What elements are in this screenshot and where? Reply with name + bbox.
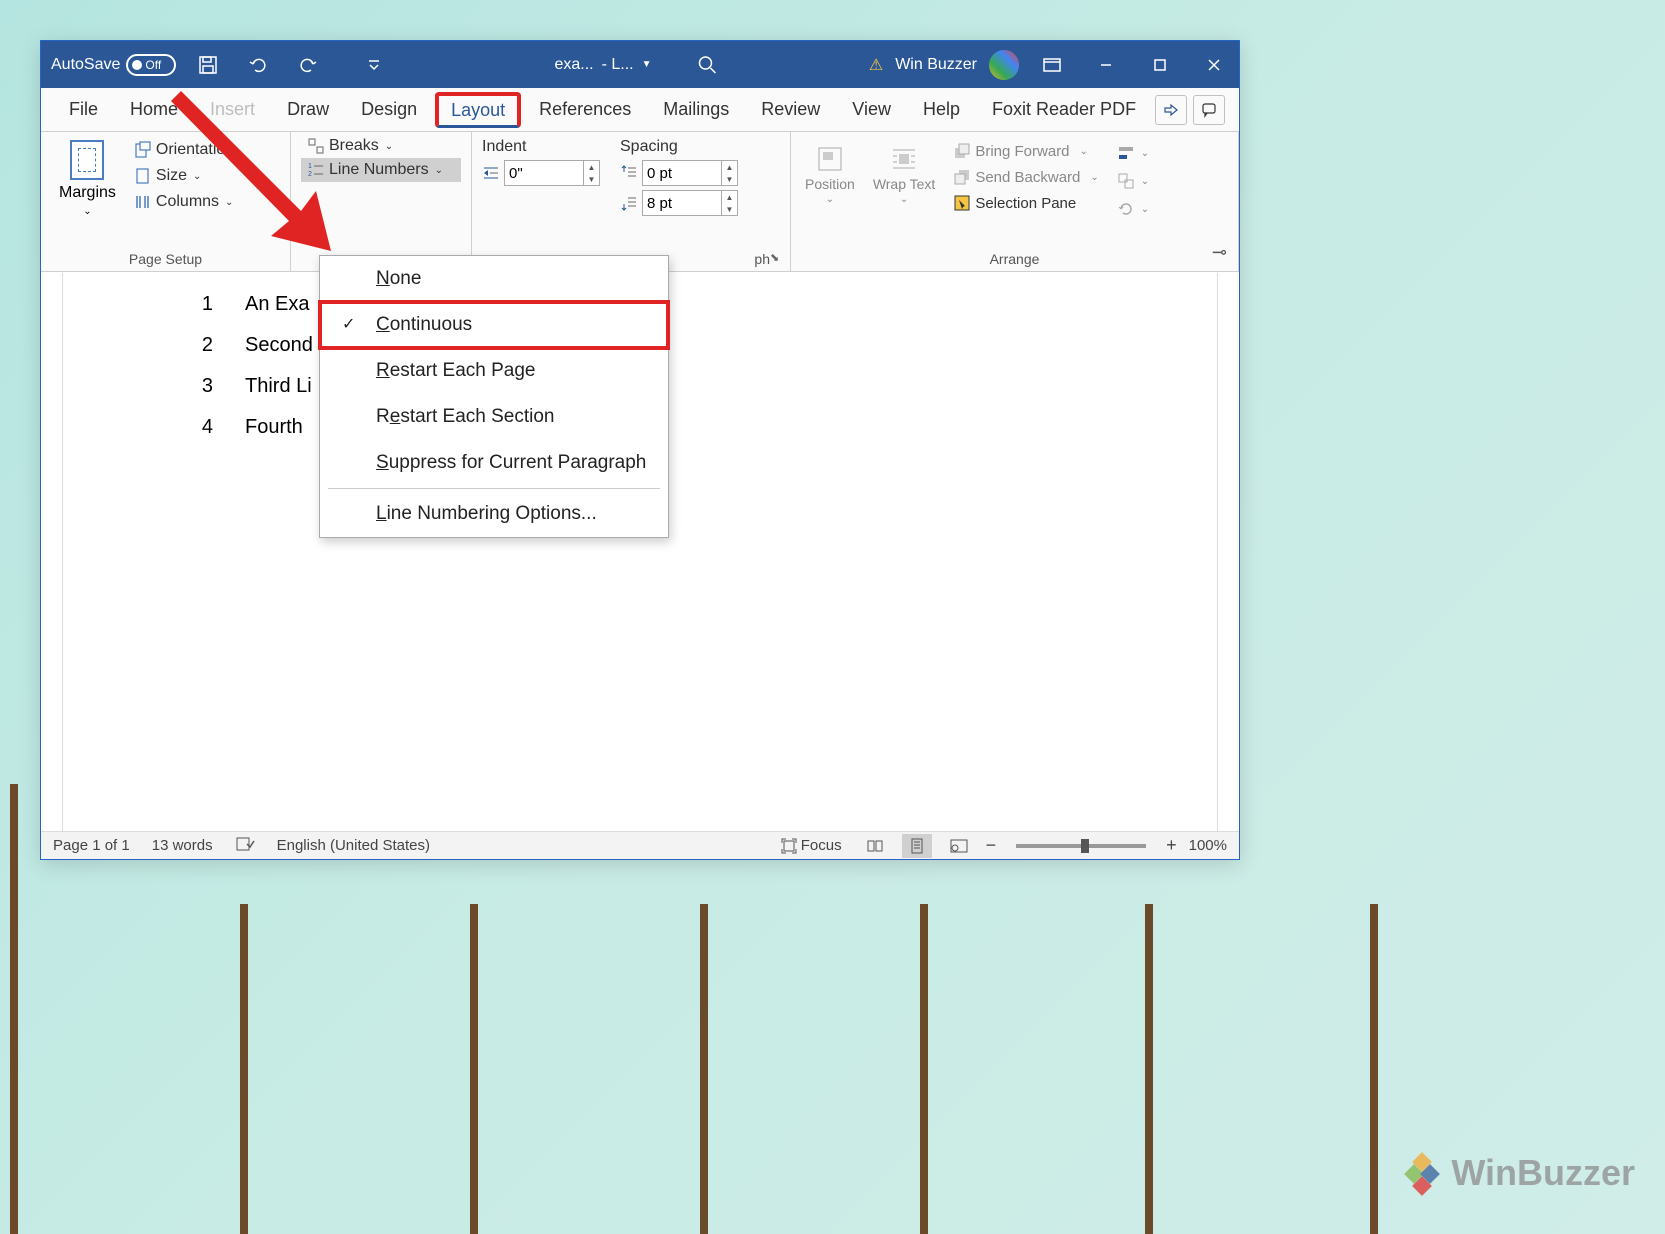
tab-insert[interactable]: Insert bbox=[196, 91, 269, 128]
tab-view[interactable]: View bbox=[838, 91, 905, 128]
dd-options[interactable]: Line Numbering Options... bbox=[320, 491, 668, 537]
close-button[interactable] bbox=[1193, 42, 1235, 88]
size-button[interactable]: Size⌄ bbox=[128, 164, 240, 188]
word-count[interactable]: 13 words bbox=[152, 837, 213, 854]
undo-button[interactable] bbox=[240, 47, 276, 83]
share-button[interactable] bbox=[1155, 95, 1187, 125]
position-button[interactable]: Position⌄ bbox=[801, 140, 859, 220]
maximize-button[interactable] bbox=[1139, 42, 1181, 88]
svg-text:2: 2 bbox=[308, 171, 312, 178]
title-dropdown-icon[interactable]: ▼ bbox=[642, 59, 652, 70]
tab-design[interactable]: Design bbox=[347, 91, 431, 128]
indent-label: Indent bbox=[482, 138, 600, 156]
bring-forward-button: Bring Forward⌄ bbox=[949, 140, 1102, 162]
redo-button[interactable] bbox=[290, 47, 326, 83]
word-window: AutoSave Off exa... - L... ▼ ⚠ Win Buzze… bbox=[40, 40, 1240, 860]
line-numbers-button[interactable]: 12 Line Numbers⌄ bbox=[301, 158, 461, 182]
save-button[interactable] bbox=[190, 47, 226, 83]
align-button: ⌄ bbox=[1113, 142, 1153, 164]
document-suffix: - L... bbox=[602, 56, 634, 74]
spellcheck-icon[interactable] bbox=[235, 836, 255, 856]
document-title: exa... bbox=[554, 56, 593, 74]
tab-mailings[interactable]: Mailings bbox=[649, 91, 743, 128]
tab-draw[interactable]: Draw bbox=[273, 91, 343, 128]
titlebar: AutoSave Off exa... - L... ▼ ⚠ Win Buzze… bbox=[41, 41, 1239, 88]
username: Win Buzzer bbox=[895, 56, 977, 74]
autosave-toggle[interactable]: AutoSave Off bbox=[51, 54, 176, 76]
pin-ribbon-button[interactable]: ⊸ bbox=[1212, 242, 1227, 263]
tab-file[interactable]: File bbox=[55, 91, 112, 128]
minimize-button[interactable] bbox=[1085, 42, 1127, 88]
zoom-in-button[interactable]: + bbox=[1166, 835, 1177, 856]
send-backward-button: Send Backward⌄ bbox=[949, 166, 1102, 188]
svg-text:1: 1 bbox=[308, 163, 312, 170]
autosave-label: AutoSave bbox=[51, 56, 120, 74]
spacing-after-input[interactable]: 8 pt bbox=[642, 190, 722, 216]
page-indicator[interactable]: Page 1 of 1 bbox=[53, 837, 130, 854]
dd-restart-page[interactable]: Restart Each Page bbox=[320, 348, 668, 394]
paragraph-label: ph bbox=[754, 251, 770, 267]
watermark: WinBuzzer bbox=[1403, 1152, 1635, 1194]
group-button: ⌄ bbox=[1113, 170, 1153, 192]
search-button[interactable] bbox=[690, 47, 726, 83]
line-numbers-dropdown: None Continuous Restart Each Page Restar… bbox=[319, 255, 669, 538]
warning-icon: ⚠ bbox=[869, 55, 883, 75]
tab-layout[interactable]: Layout bbox=[435, 92, 521, 128]
margins-button[interactable]: Margins ⌄ bbox=[51, 136, 124, 221]
rotate-button: ⌄ bbox=[1113, 198, 1153, 220]
zoom-out-button[interactable]: − bbox=[986, 835, 997, 856]
language-indicator[interactable]: English (United States) bbox=[277, 837, 430, 854]
tab-home[interactable]: Home bbox=[116, 91, 192, 128]
tab-review[interactable]: Review bbox=[747, 91, 834, 128]
tab-references[interactable]: References bbox=[525, 91, 645, 128]
tab-foxit[interactable]: Foxit Reader PDF bbox=[978, 91, 1150, 128]
tab-help[interactable]: Help bbox=[909, 91, 974, 128]
spacing-after-icon bbox=[620, 194, 638, 212]
wrap-text-button[interactable]: Wrap Text⌄ bbox=[869, 140, 940, 220]
spacing-label: Spacing bbox=[620, 138, 738, 156]
indent-left-input[interactable]: 0" bbox=[504, 160, 584, 186]
read-mode-button[interactable] bbox=[860, 834, 890, 858]
spacing-before-icon bbox=[620, 164, 638, 182]
spacing-before-spinner[interactable]: ▲▼ bbox=[722, 160, 738, 186]
dd-restart-section[interactable]: Restart Each Section bbox=[320, 394, 668, 440]
comments-button[interactable] bbox=[1193, 95, 1225, 125]
statusbar: Page 1 of 1 13 words English (United Sta… bbox=[41, 831, 1239, 859]
spacing-after-spinner[interactable]: ▲▼ bbox=[722, 190, 738, 216]
user-avatar[interactable] bbox=[989, 50, 1019, 80]
spacing-before-input[interactable]: 0 pt bbox=[642, 160, 722, 186]
dd-none[interactable]: None bbox=[320, 256, 668, 302]
print-layout-button[interactable] bbox=[902, 834, 932, 858]
breaks-button[interactable]: Breaks⌄ bbox=[301, 134, 461, 158]
arrange-label: Arrange bbox=[990, 251, 1040, 267]
ribbon-tabs: File Home Insert Draw Design Layout Refe… bbox=[41, 88, 1239, 132]
qat-customize[interactable] bbox=[356, 47, 392, 83]
selection-pane-button[interactable]: Selection Pane bbox=[949, 192, 1102, 214]
indent-left-icon bbox=[482, 164, 500, 182]
orientation-button[interactable]: Orientation bbox=[128, 138, 240, 162]
ribbon-display-button[interactable] bbox=[1031, 42, 1073, 88]
zoom-level[interactable]: 100% bbox=[1189, 837, 1227, 854]
dd-continuous[interactable]: Continuous bbox=[320, 302, 668, 348]
dd-suppress[interactable]: Suppress for Current Paragraph bbox=[320, 440, 668, 486]
ribbon-content: Margins ⌄ Orientation Size⌄ Columns⌄ bbox=[41, 132, 1239, 272]
focus-mode-button[interactable]: Focus bbox=[775, 834, 848, 858]
zoom-slider[interactable] bbox=[1016, 844, 1146, 848]
columns-button[interactable]: Columns⌄ bbox=[128, 190, 240, 214]
paragraph-launcher[interactable]: ⬊ bbox=[770, 251, 784, 265]
indent-left-spinner[interactable]: ▲▼ bbox=[584, 160, 600, 186]
page-setup-label: Page Setup bbox=[129, 251, 202, 267]
web-layout-button[interactable] bbox=[944, 834, 974, 858]
